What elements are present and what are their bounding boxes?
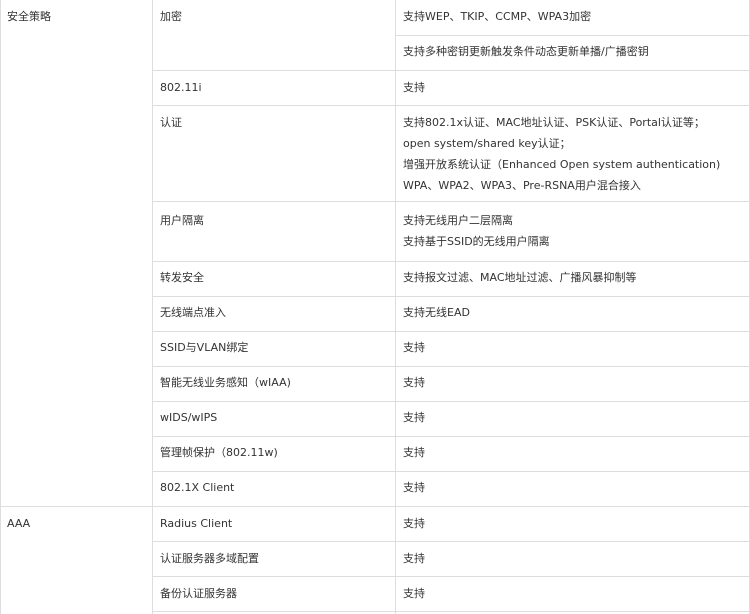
feature-8021x-client: 802.1X Client bbox=[160, 481, 235, 494]
value-encryption-1: 支持WEP、TKIP、CCMP、WPA3加密 bbox=[403, 10, 592, 23]
table-divider-value bbox=[395, 0, 396, 614]
feature-multi-domain: 认证服务器多域配置 bbox=[160, 552, 259, 565]
row-divider bbox=[152, 576, 750, 577]
value-wiaa: 支持 bbox=[403, 376, 425, 389]
value-multi-domain: 支持 bbox=[403, 552, 425, 565]
value-authentication-1: 支持802.1x认证、MAC地址认证、PSK认证、Portal认证等； bbox=[403, 116, 705, 129]
feature-backup-auth-server: 备份认证服务器 bbox=[160, 587, 237, 600]
row-divider bbox=[152, 436, 750, 437]
value-authentication-4: WPA、WPA2、WPA3、Pre-RSNA用户混合接入 bbox=[403, 179, 641, 192]
feature-mgmt-frame-protection: 管理帧保护（802.11w) bbox=[160, 446, 278, 459]
value-user-isolation-1: 支持无线用户二层隔离 bbox=[403, 214, 513, 227]
feature-endpoint-admission: 无线端点准入 bbox=[160, 306, 226, 319]
row-divider bbox=[152, 611, 750, 612]
row-divider bbox=[152, 201, 750, 202]
feature-encryption: 加密 bbox=[160, 10, 182, 23]
row-divider bbox=[152, 70, 750, 71]
feature-authentication: 认证 bbox=[160, 116, 182, 129]
row-divider bbox=[152, 366, 750, 367]
row-divider bbox=[152, 261, 750, 262]
value-user-isolation-2: 支持基于SSID的无线用户隔离 bbox=[403, 235, 550, 248]
value-encryption-2: 支持多种密钥更新触发条件动态更新单播/广播密钥 bbox=[403, 45, 649, 58]
value-radius-client: 支持 bbox=[403, 517, 425, 530]
row-divider bbox=[152, 105, 750, 106]
group-divider bbox=[0, 506, 152, 507]
feature-radius-client: Radius Client bbox=[160, 517, 233, 530]
value-80211i: 支持 bbox=[403, 81, 425, 94]
feature-user-isolation: 用户隔离 bbox=[160, 214, 204, 227]
row-divider bbox=[152, 331, 750, 332]
value-backup-auth-server: 支持 bbox=[403, 587, 425, 600]
value-authentication-2: open system/shared key认证； bbox=[403, 137, 571, 150]
table-divider-group bbox=[152, 0, 153, 614]
table-border-left bbox=[0, 0, 1, 614]
feature-80211i: 802.11i bbox=[160, 81, 202, 94]
value-authentication-3: 增强开放系统认证（Enhanced Open system authentica… bbox=[403, 158, 721, 171]
value-forwarding-security: 支持报文过滤、MAC地址过滤、广播风暴抑制等 bbox=[403, 271, 637, 284]
feature-ssid-vlan: SSID与VLAN绑定 bbox=[160, 341, 249, 354]
row-divider bbox=[152, 506, 750, 507]
row-divider bbox=[152, 296, 750, 297]
value-mgmt-frame-protection: 支持 bbox=[403, 446, 425, 459]
feature-forwarding-security: 转发安全 bbox=[160, 271, 204, 284]
row-divider bbox=[152, 471, 750, 472]
value-endpoint-admission: 支持无线EAD bbox=[403, 306, 470, 319]
row-divider bbox=[152, 541, 750, 542]
group-label-aaa: AAA bbox=[7, 517, 31, 530]
feature-wids-wips: wIDS/wIPS bbox=[160, 411, 218, 424]
group-label-security: 安全策略 bbox=[7, 10, 51, 23]
row-divider bbox=[152, 401, 750, 402]
subrow-divider bbox=[395, 35, 750, 36]
value-ssid-vlan: 支持 bbox=[403, 341, 425, 354]
feature-wiaa: 智能无线业务感知（wIAA) bbox=[160, 376, 291, 389]
value-8021x-client: 支持 bbox=[403, 481, 425, 494]
value-wids-wips: 支持 bbox=[403, 411, 425, 424]
